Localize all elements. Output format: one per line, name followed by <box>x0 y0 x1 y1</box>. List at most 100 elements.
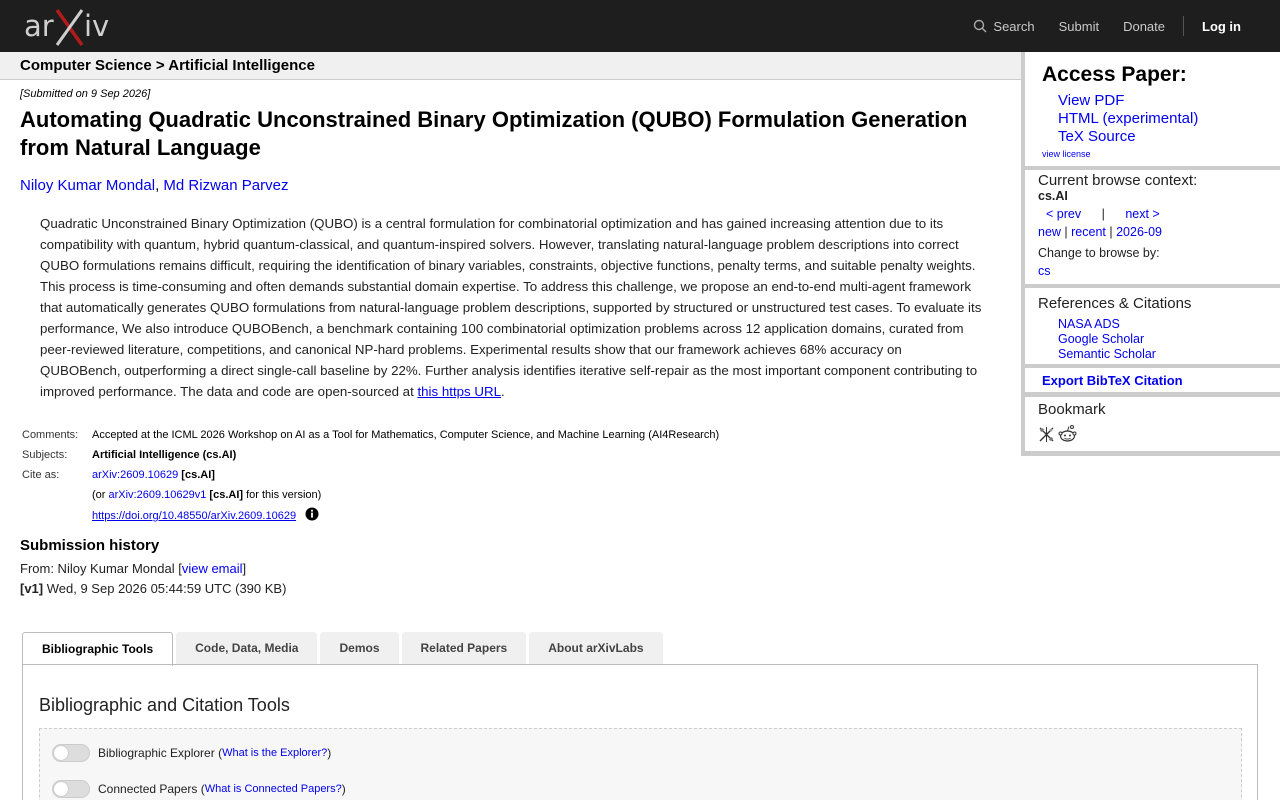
breadcrumb-bar: Computer Science > Artificial Intelligen… <box>0 52 1021 80</box>
header-nav: Search Submit Donate Log in <box>973 0 1280 52</box>
top-header: ar iv Search Submit Donate Log in <box>0 0 1280 52</box>
tab-code-data-media[interactable]: Code, Data, Media <box>176 632 318 664</box>
tool-tabs: Bibliographic Tools Code, Data, Media De… <box>22 632 666 666</box>
view-pdf-link[interactable]: View PDF <box>1058 92 1198 110</box>
reddit-icon[interactable] <box>1058 424 1077 443</box>
access-paper-title: Access Paper: <box>1042 63 1187 86</box>
references-links: NASA ADS Google Scholar Semantic Scholar <box>1058 317 1156 362</box>
connected-papers-toggle[interactable] <box>52 780 90 798</box>
tab-related-papers[interactable]: Related Papers <box>401 632 527 664</box>
search-label: Search <box>993 18 1035 34</box>
nasa-ads-link[interactable]: NASA ADS <box>1058 317 1156 332</box>
cite-version-row: (or arXiv:2609.10629v1 [cs.AI] for this … <box>20 485 721 505</box>
bibliographic-explorer-toggle[interactable] <box>52 744 90 762</box>
paper-title: Automating Quadratic Unconstrained Binar… <box>20 107 968 160</box>
access-links: View PDF HTML (experimental) TeX Source <box>1058 92 1198 146</box>
access-paper-box: Access Paper: View PDF HTML (experimenta… <box>1025 52 1280 166</box>
browse-context-box: Current browse context: cs.AI < prev | n… <box>1025 170 1280 284</box>
cite-label: Cite as: <box>22 469 60 481</box>
submission-from: From: Niloy Kumar Mondal [view email] <box>20 561 246 576</box>
subjects-label: Subjects: <box>22 449 68 461</box>
search-icon <box>974 19 987 33</box>
submit-link[interactable]: Submit <box>1059 19 1099 34</box>
breadcrumb[interactable]: Computer Science > Artificial Intelligen… <box>20 57 315 74</box>
explorer-help-link[interactable]: What is the Explorer? <box>222 747 327 759</box>
tab-panel: Bibliographic and Citation Tools Bibliog… <box>22 664 1258 800</box>
toggle-label: Bibliographic Explorer <box>98 746 215 760</box>
connected-papers-row: Connected Papers (What is Connected Pape… <box>52 780 346 798</box>
prev-next-separator: | <box>1101 207 1105 221</box>
view-email-link[interactable]: view email <box>182 561 243 576</box>
doi-value: https://doi.org/10.48550/arXiv.2609.1062… <box>90 505 721 526</box>
view-license-link[interactable]: view license <box>1042 149 1091 159</box>
tab-about-arxivlabs[interactable]: About arXivLabs <box>529 632 663 664</box>
export-box: Export BibTeX Citation <box>1025 368 1280 392</box>
submission-date: [Submitted on 9 Sep 2026] <box>20 88 151 100</box>
browse-lists-row: new | recent | 2026-09 <box>1038 225 1162 239</box>
author-link[interactable]: Niloy Kumar Mondal <box>20 177 155 194</box>
version-details: Wed, 9 Sep 2026 05:44:59 UTC (390 KB) <box>43 581 287 596</box>
subjects-value: Artificial Intelligence (cs.AI) <box>92 449 237 461</box>
arxiv-logo[interactable]: ar iv <box>24 7 112 47</box>
prev-next-row: < prev | next > <box>1046 207 1160 221</box>
toggle-label: Connected Papers <box>98 782 198 796</box>
doi-row: https://doi.org/10.48550/arXiv.2609.1062… <box>20 505 721 526</box>
cite-category: [cs.AI] <box>181 469 215 481</box>
cite-version-category: [cs.AI] <box>209 489 244 501</box>
connected-papers-help-link[interactable]: What is Connected Papers? <box>205 783 342 795</box>
abstract: Quadratic Unconstrained Binary Optimizat… <box>40 213 985 402</box>
cite-value: arXiv:2609.10629 [cs.AI] <box>90 465 721 485</box>
comments-label: Comments: <box>22 429 79 441</box>
info-icon[interactable] <box>305 507 319 521</box>
metadata-table: Comments: Accepted at the ICML 2026 Work… <box>20 425 721 526</box>
author-list: Niloy Kumar Mondal, Md Rizwan Parvez <box>20 177 288 194</box>
tex-source-link[interactable]: TeX Source <box>1058 128 1198 146</box>
abstract-url-link[interactable]: this https URL <box>417 384 501 399</box>
tools-box: Bibliographic Explorer (What is the Expl… <box>39 728 1242 800</box>
version-entry: [v1] Wed, 9 Sep 2026 05:44:59 UTC (390 K… <box>20 581 286 596</box>
tab-demos[interactable]: Demos <box>320 632 399 664</box>
semantic-scholar-link[interactable]: Semantic Scholar <box>1058 347 1156 362</box>
new-link[interactable]: new <box>1038 225 1061 239</box>
from-suffix: ] <box>242 561 247 576</box>
login-link[interactable]: Log in <box>1202 19 1241 34</box>
bookmark-title: Bookmark <box>1038 401 1106 418</box>
prev-link[interactable]: < prev <box>1046 207 1081 221</box>
bibliographic-explorer-row: Bibliographic Explorer (What is the Expl… <box>52 744 331 762</box>
abstract-end: . <box>500 384 505 399</box>
from-prefix: From: Niloy Kumar Mondal [ <box>20 561 182 576</box>
submission-history-title: Submission history <box>20 537 160 554</box>
comments-row: Comments: Accepted at the ICML 2026 Work… <box>20 425 721 445</box>
google-scholar-link[interactable]: Google Scholar <box>1058 332 1156 347</box>
bibsonomy-icon[interactable] <box>1038 426 1055 443</box>
cite-version-prefix: (or <box>92 489 109 501</box>
tab-bibliographic-tools[interactable]: Bibliographic Tools <box>22 632 174 666</box>
svg-text:iv: iv <box>84 9 109 43</box>
nav-divider <box>1183 16 1184 36</box>
next-link[interactable]: next > <box>1125 207 1159 221</box>
browse-category: cs.AI <box>1038 189 1068 203</box>
recent-link[interactable]: recent <box>1071 225 1106 239</box>
cite-version-link[interactable]: arXiv:2609.10629v1 <box>109 489 207 501</box>
abstract-text: Quadratic Unconstrained Binary Optimizat… <box>40 216 982 399</box>
cite-version-suffix: for this version) <box>243 489 322 501</box>
month-link[interactable]: 2026-09 <box>1116 225 1162 239</box>
cite-version-value: (or arXiv:2609.10629v1 [cs.AI] for this … <box>90 485 721 505</box>
change-browse-label: Change to browse by: <box>1038 246 1160 260</box>
version-label: [v1] <box>20 581 44 596</box>
html-link[interactable]: HTML (experimental) <box>1058 110 1198 128</box>
search-button[interactable]: Search <box>973 18 1035 34</box>
svg-text:ar: ar <box>24 9 54 43</box>
doi-link[interactable]: https://doi.org/10.48550/arXiv.2609.1062… <box>92 510 296 522</box>
browse-cs-link[interactable]: cs <box>1038 264 1051 278</box>
donate-link[interactable]: Donate <box>1123 19 1165 34</box>
export-bibtex-link[interactable]: Export BibTeX Citation <box>1042 373 1183 388</box>
author-link[interactable]: Md Rizwan Parvez <box>163 177 288 194</box>
bookmark-box: Bookmark <box>1025 397 1280 451</box>
comments-value: Accepted at the ICML 2026 Workshop on AI… <box>92 429 720 441</box>
cite-row: Cite as: arXiv:2609.10629 [cs.AI] <box>20 465 721 485</box>
empty-cell <box>20 485 90 505</box>
cite-link[interactable]: arXiv:2609.10629 <box>92 469 178 481</box>
references-title: References & Citations <box>1038 295 1192 312</box>
empty-cell <box>20 505 90 526</box>
